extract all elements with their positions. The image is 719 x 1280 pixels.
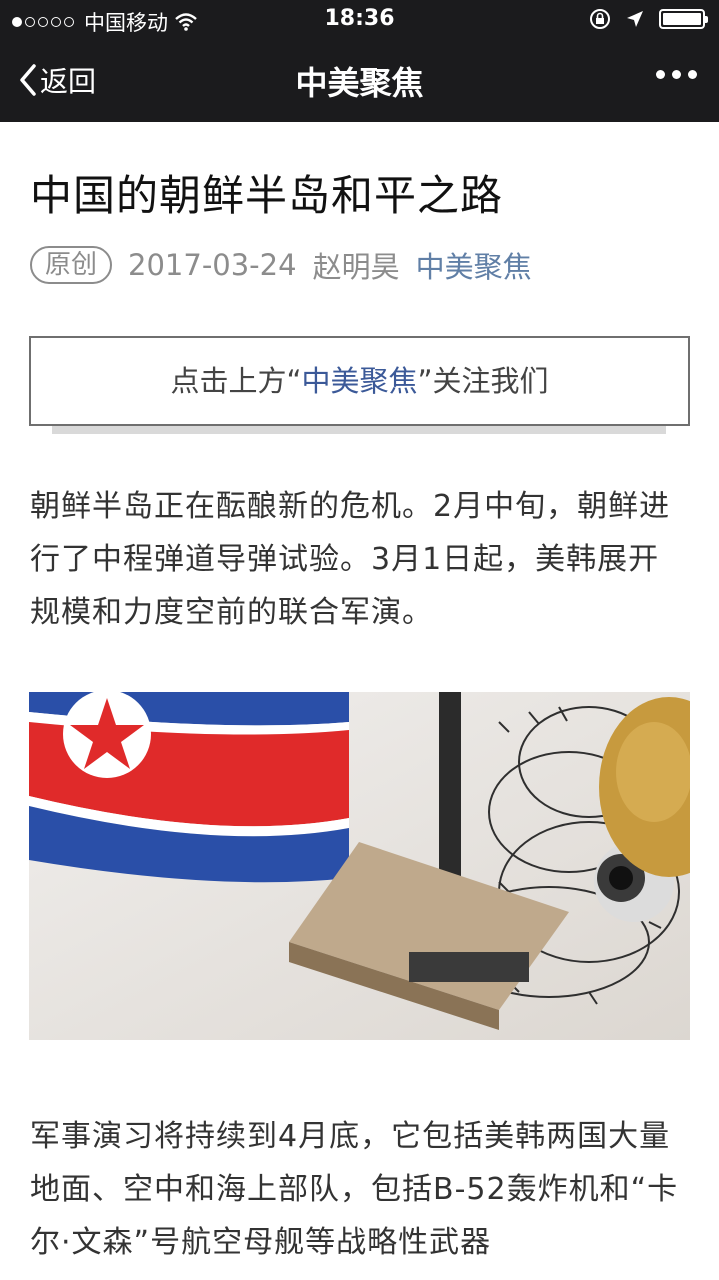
follow-banner-shadow xyxy=(52,426,666,434)
article-title: 中国的朝鲜半岛和平之路 xyxy=(30,171,504,220)
author-name: 赵明昊 xyxy=(312,250,400,284)
follow-banner[interactable]: 点击上方“中美聚焦”关注我们 xyxy=(29,336,690,426)
battery-icon xyxy=(659,9,708,29)
more-dot-icon xyxy=(688,70,697,79)
article-meta: 原创 2017-03-24 赵明昊 中美聚焦 xyxy=(30,244,532,286)
account-link[interactable]: 中美聚焦 xyxy=(416,244,532,286)
page-title: 中美聚焦 xyxy=(295,64,424,102)
flag-image xyxy=(29,692,349,883)
more-button[interactable] xyxy=(656,70,697,79)
publish-date: 2017-03-24 xyxy=(128,248,297,282)
rotation-lock-icon xyxy=(590,9,610,29)
status-bar: 中国移动 18:36 xyxy=(0,0,719,40)
article-paragraph: 朝鲜半岛正在酝酿新的危机。2月中旬，朝鲜进行了中程弹道导弹试验。3月1日起，美韩… xyxy=(30,489,671,630)
follow-account-name: 中美聚焦 xyxy=(301,364,418,398)
more-dot-icon xyxy=(672,70,681,79)
article-photo xyxy=(29,692,690,1040)
nav-bar: 返回 中美聚焦 xyxy=(0,40,719,122)
follow-prefix: 点击上方“ xyxy=(170,364,302,398)
original-badge: 原创 xyxy=(30,246,113,284)
article-paragraph: 军事演习将持续到4月底，它包括美韩两国大量地面、空中和海上部队，包括B-52轰炸… xyxy=(30,1119,679,1260)
more-dot-icon xyxy=(656,70,665,79)
location-arrow-icon xyxy=(627,11,643,27)
follow-suffix: ”关注我们 xyxy=(417,364,549,398)
